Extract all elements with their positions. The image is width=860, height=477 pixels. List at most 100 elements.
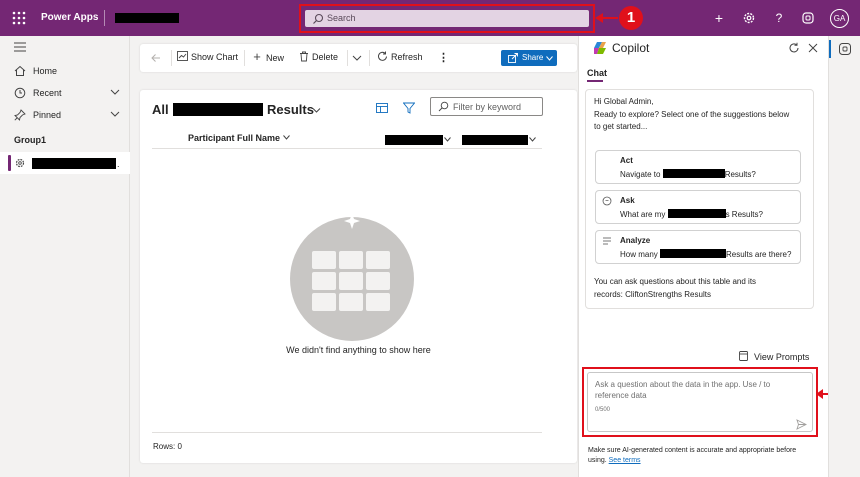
user-avatar[interactable]: GA — [830, 9, 849, 28]
reset-chat-icon[interactable] — [788, 42, 800, 54]
copilot-header-icon[interactable] — [800, 10, 816, 26]
suggestion-ask[interactable]: Ask What are my s Results? — [595, 190, 801, 224]
greeting-line: Ready to explore? Select one of the sugg… — [594, 110, 790, 119]
suggestion-act[interactable]: Act Navigate to Results? — [595, 150, 801, 184]
suggestion-text: Navigate to Results? — [620, 169, 756, 179]
share-label: Share — [522, 53, 544, 62]
chevron-down-icon[interactable] — [529, 137, 536, 142]
redacted-entity — [667, 209, 726, 218]
chevron-down-icon[interactable] — [352, 54, 362, 62]
new-label: New — [266, 53, 285, 63]
header-divider — [104, 10, 105, 26]
redacted-entity — [662, 169, 725, 178]
sidebar-group-label: Group1 — [14, 135, 47, 145]
share-button[interactable]: Share — [501, 50, 557, 66]
more-commands-button[interactable]: ⋮ — [438, 51, 449, 65]
list-lines-icon — [603, 237, 611, 245]
suggestion-heading: Ask — [620, 196, 635, 205]
redacted-environment-name[interactable] — [115, 13, 179, 23]
delete-label: Delete — [312, 52, 339, 62]
chevron-down-icon — [546, 56, 553, 61]
character-count: 0/500 — [595, 407, 611, 413]
redacted-column-header[interactable] — [385, 135, 443, 145]
view-title-suffix[interactable]: Results — [267, 102, 314, 117]
sidebar-item-label: Pinned — [33, 110, 62, 120]
redacted-column-header[interactable] — [462, 135, 528, 145]
command-separator — [347, 50, 348, 66]
send-icon[interactable] — [796, 419, 807, 430]
question-placeholder: Ask a question about the data in the app… — [595, 380, 771, 400]
app-header: Power Apps Search 1 + ? GA — [0, 0, 860, 36]
header-divider — [152, 148, 542, 149]
refresh-label: Refresh — [391, 52, 423, 62]
share-icon — [508, 53, 518, 63]
search-highlight-box: Search — [299, 4, 595, 33]
copilot-question-input[interactable]: Ask a question about the data in the app… — [587, 372, 813, 432]
copilot-rail-icon[interactable] — [838, 42, 852, 56]
column-header-participant[interactable]: Participant Full Name — [188, 133, 290, 143]
edit-columns-icon[interactable] — [376, 102, 388, 114]
pin-icon — [14, 109, 26, 121]
app-name[interactable]: Power Apps — [41, 12, 98, 23]
puzzle-gear-icon — [15, 158, 25, 168]
callout-arrow-icon — [595, 13, 618, 23]
sidebar-item-recent[interactable]: Recent — [0, 83, 130, 103]
row-count: Rows: 0 — [153, 442, 182, 451]
suggestion-text-before: Navigate to — [620, 170, 661, 179]
selection-indicator — [8, 155, 11, 171]
view-title-prefix[interactable]: All — [152, 102, 169, 117]
help-icon[interactable]: ? — [771, 10, 787, 26]
close-icon[interactable] — [807, 42, 819, 54]
add-icon[interactable]: + — [711, 10, 727, 26]
redacted-view-name — [173, 103, 263, 116]
side-pane-rail — [828, 36, 860, 477]
search-placeholder: Search — [327, 13, 356, 23]
empty-state-illustration — [290, 209, 414, 341]
filter-by-keyword-input[interactable]: Filter by keyword — [430, 97, 543, 116]
search-icon — [438, 101, 449, 112]
settings-gear-icon[interactable] — [741, 10, 757, 26]
hamburger-menu-icon[interactable] — [14, 42, 26, 52]
view-selector-chevron-icon[interactable] — [312, 106, 321, 115]
command-separator — [369, 50, 370, 66]
chevron-down-icon[interactable] — [110, 87, 120, 97]
column-header-label: Participant Full Name — [188, 133, 281, 143]
show-chart-label: Show Chart — [191, 52, 239, 62]
suggestion-text-before: How many — [620, 250, 658, 259]
app-launcher-icon[interactable] — [12, 11, 26, 25]
see-terms-link[interactable]: See terms — [609, 457, 641, 464]
suggestion-text-after: s Results? — [725, 210, 763, 219]
chevron-down-icon[interactable] — [110, 109, 120, 119]
empty-grid-icon — [312, 251, 390, 311]
command-bar: Show Chart + New Delete Refresh ⋮ Share — [140, 44, 577, 72]
sidebar-item-pinned[interactable]: Pinned — [0, 105, 130, 125]
ask-highlight-box: Ask a question about the data in the app… — [582, 367, 818, 437]
sidebar-item-home[interactable]: Home — [0, 61, 130, 81]
chart-icon — [177, 51, 188, 61]
filter-icon[interactable] — [403, 102, 415, 114]
global-search-input[interactable]: Search — [305, 10, 589, 27]
command-separator — [171, 50, 172, 66]
sidebar-item-selected-table[interactable]: . — [0, 152, 130, 174]
sidebar-item-label: Recent — [33, 88, 62, 98]
copilot-title: Copilot — [612, 41, 650, 55]
sidebar-item-label: Home — [33, 66, 58, 76]
suggestion-analyze[interactable]: Analyze How many Results are there? — [595, 230, 801, 264]
table-name-suffix: . — [117, 159, 120, 169]
tab-underline — [587, 80, 603, 82]
info-line: You can ask questions about this table a… — [594, 277, 757, 286]
rail-selection-indicator — [829, 40, 831, 58]
copilot-welcome-card: Hi Global Admin, Ready to explore? Selec… — [585, 89, 814, 309]
new-button[interactable]: + New — [251, 50, 285, 65]
back-arrow-icon[interactable] — [150, 52, 162, 64]
chevron-down-icon[interactable] — [444, 137, 451, 142]
command-separator — [244, 50, 245, 66]
sidebar: Home Recent Pinned Group1 . — [0, 36, 130, 477]
copilot-pane: Copilot Chat Hi Global Admin, Ready to e… — [578, 36, 828, 477]
refresh-button[interactable]: Refresh — [377, 51, 423, 65]
show-chart-button[interactable]: Show Chart — [177, 51, 238, 65]
tab-chat[interactable]: Chat — [587, 68, 607, 78]
chat-bubble-icon — [602, 196, 612, 206]
delete-button[interactable]: Delete — [299, 51, 338, 65]
prompt-book-icon — [739, 351, 748, 361]
